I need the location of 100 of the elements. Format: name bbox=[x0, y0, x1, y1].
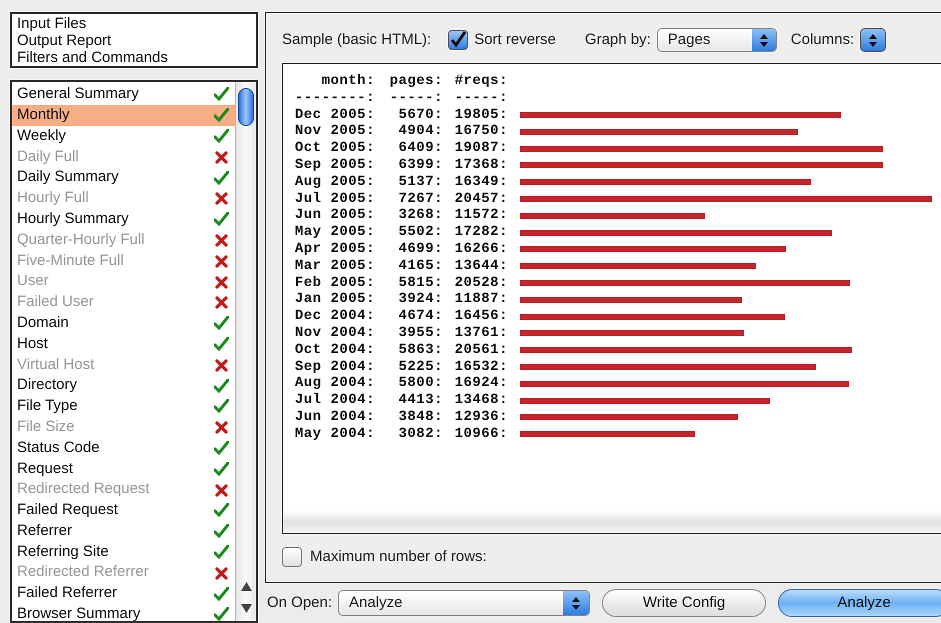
table-cell: Jul 2005: bbox=[294, 190, 375, 208]
table-cell: 16532: bbox=[454, 358, 508, 376]
table-cell: Jul 2004: bbox=[294, 392, 375, 409]
report-item[interactable]: Failed Referrer bbox=[12, 583, 235, 604]
table-cell: 6409: bbox=[398, 140, 443, 157]
table-cell: 13644: bbox=[454, 258, 508, 275]
table-cell: 11572: bbox=[454, 207, 508, 224]
table-cell: 3268: bbox=[398, 207, 443, 224]
on-open-dropdown[interactable]: Analyze bbox=[338, 590, 590, 616]
report-item[interactable]: Directory bbox=[12, 375, 235, 396]
report-item[interactable]: Monthly bbox=[12, 104, 235, 126]
cross-icon bbox=[214, 150, 229, 164]
report-item[interactable]: Host bbox=[12, 334, 235, 354]
report-item[interactable]: Hourly Summary bbox=[12, 208, 235, 230]
table-cell: 19805: bbox=[454, 106, 508, 124]
check-icon bbox=[214, 586, 229, 601]
stepper-icon bbox=[572, 596, 580, 610]
check-icon bbox=[214, 316, 229, 330]
table-cell: 5502: bbox=[398, 224, 443, 241]
report-item[interactable]: Failed Request bbox=[12, 500, 235, 521]
report-item[interactable]: Referrer bbox=[12, 520, 235, 542]
header-rule: --------: bbox=[294, 90, 375, 107]
check-icon bbox=[214, 212, 229, 226]
report-item[interactable]: General Summary bbox=[12, 84, 235, 105]
table-cell: 6399: bbox=[398, 156, 443, 174]
table-cell: 12936: bbox=[454, 408, 508, 426]
table-cell: 4413: bbox=[398, 392, 443, 409]
check-icon bbox=[214, 378, 229, 393]
report-item[interactable]: Status Code bbox=[12, 438, 235, 458]
table-cell: 5225: bbox=[398, 358, 443, 376]
table-cell: 5137: bbox=[398, 174, 443, 191]
table-cell: 3955: bbox=[398, 324, 443, 342]
report-item[interactable]: Request bbox=[12, 458, 235, 480]
table-cell: Oct 2005: bbox=[294, 140, 375, 157]
table-cell: Sep 2004: bbox=[294, 358, 375, 376]
report-item[interactable]: Referring Site bbox=[12, 542, 235, 562]
section-item[interactable]: Input Files bbox=[17, 15, 256, 32]
report-item[interactable]: Daily Summary bbox=[12, 167, 235, 188]
table-cell: 3924: bbox=[398, 291, 443, 308]
scroll-thumb[interactable] bbox=[238, 88, 254, 126]
table-cell: Nov 2005: bbox=[294, 123, 375, 140]
columns-dropdown[interactable] bbox=[860, 28, 886, 52]
report-item[interactable]: Weekly bbox=[12, 126, 235, 146]
table-cell: 16924: bbox=[454, 375, 508, 392]
scroll-down-icon[interactable] bbox=[241, 604, 252, 613]
sort-reverse-checkbox[interactable] bbox=[448, 30, 468, 50]
check-icon bbox=[214, 128, 229, 143]
table-cell: 5670: bbox=[398, 106, 443, 124]
cross-icon bbox=[214, 191, 229, 206]
cross-icon bbox=[214, 295, 229, 310]
table-cell: 20561: bbox=[454, 342, 508, 359]
report-item[interactable]: File Type bbox=[12, 396, 235, 417]
table-cell: 20457: bbox=[454, 190, 508, 208]
table-cell: Aug 2004: bbox=[294, 375, 375, 392]
table-cell: 4699: bbox=[398, 240, 443, 258]
max-rows-checkbox[interactable] bbox=[282, 547, 302, 567]
check-icon bbox=[214, 503, 229, 518]
check-icon bbox=[214, 607, 229, 621]
check-icon bbox=[214, 544, 229, 559]
cross-icon bbox=[214, 420, 229, 434]
columns-label: Columns: bbox=[790, 30, 854, 50]
cross-icon bbox=[214, 274, 229, 289]
scroll-up-icon[interactable] bbox=[241, 582, 252, 591]
table-cell: 16349: bbox=[454, 174, 508, 191]
table-cell: 4904: bbox=[398, 123, 443, 140]
table-cell: Jan 2005: bbox=[294, 291, 375, 308]
table-cell: 16750: bbox=[454, 123, 508, 140]
table-cell: 19087: bbox=[454, 140, 508, 157]
sample-label: Sample (basic HTML): bbox=[282, 30, 432, 50]
check-icon bbox=[214, 108, 229, 122]
check-icon bbox=[214, 399, 229, 414]
table-cell: Dec 2005: bbox=[294, 106, 375, 124]
header-rule: -----: bbox=[454, 90, 508, 107]
analyze-button[interactable]: Analyze bbox=[778, 589, 941, 617]
header-rule: -----: bbox=[390, 90, 443, 107]
table-cell: May 2004: bbox=[294, 426, 375, 443]
cross-icon bbox=[214, 482, 229, 497]
table-cell: 11887: bbox=[454, 291, 508, 308]
cross-icon bbox=[214, 358, 229, 372]
table-cell: Apr 2005: bbox=[294, 240, 375, 258]
check-icon bbox=[214, 170, 229, 185]
report-item[interactable]: Domain bbox=[12, 312, 235, 334]
table-cell: Sep 2005: bbox=[294, 156, 375, 174]
stepper-icon bbox=[869, 34, 878, 46]
section-item[interactable]: Output Report bbox=[17, 32, 256, 49]
table-cell: 20528: bbox=[454, 274, 508, 292]
graph-by-dropdown[interactable]: Pages bbox=[656, 28, 777, 52]
table-cell: Oct 2004: bbox=[294, 342, 375, 359]
cross-icon bbox=[214, 232, 229, 247]
report-item[interactable]: Browser Summary bbox=[12, 604, 235, 621]
scrollbar[interactable] bbox=[235, 82, 256, 621]
table-cell: 3082: bbox=[398, 426, 443, 443]
table-cell: Feb 2005: bbox=[294, 274, 375, 292]
table-cell: 16456: bbox=[454, 308, 508, 325]
table-cell: 4674: bbox=[398, 308, 443, 325]
section-item[interactable]: Filters and Commands bbox=[17, 49, 256, 66]
check-icon bbox=[214, 87, 229, 102]
write-config-button[interactable]: Write Config bbox=[602, 589, 766, 617]
column-header: pages: bbox=[390, 73, 443, 90]
check-icon bbox=[214, 336, 229, 351]
